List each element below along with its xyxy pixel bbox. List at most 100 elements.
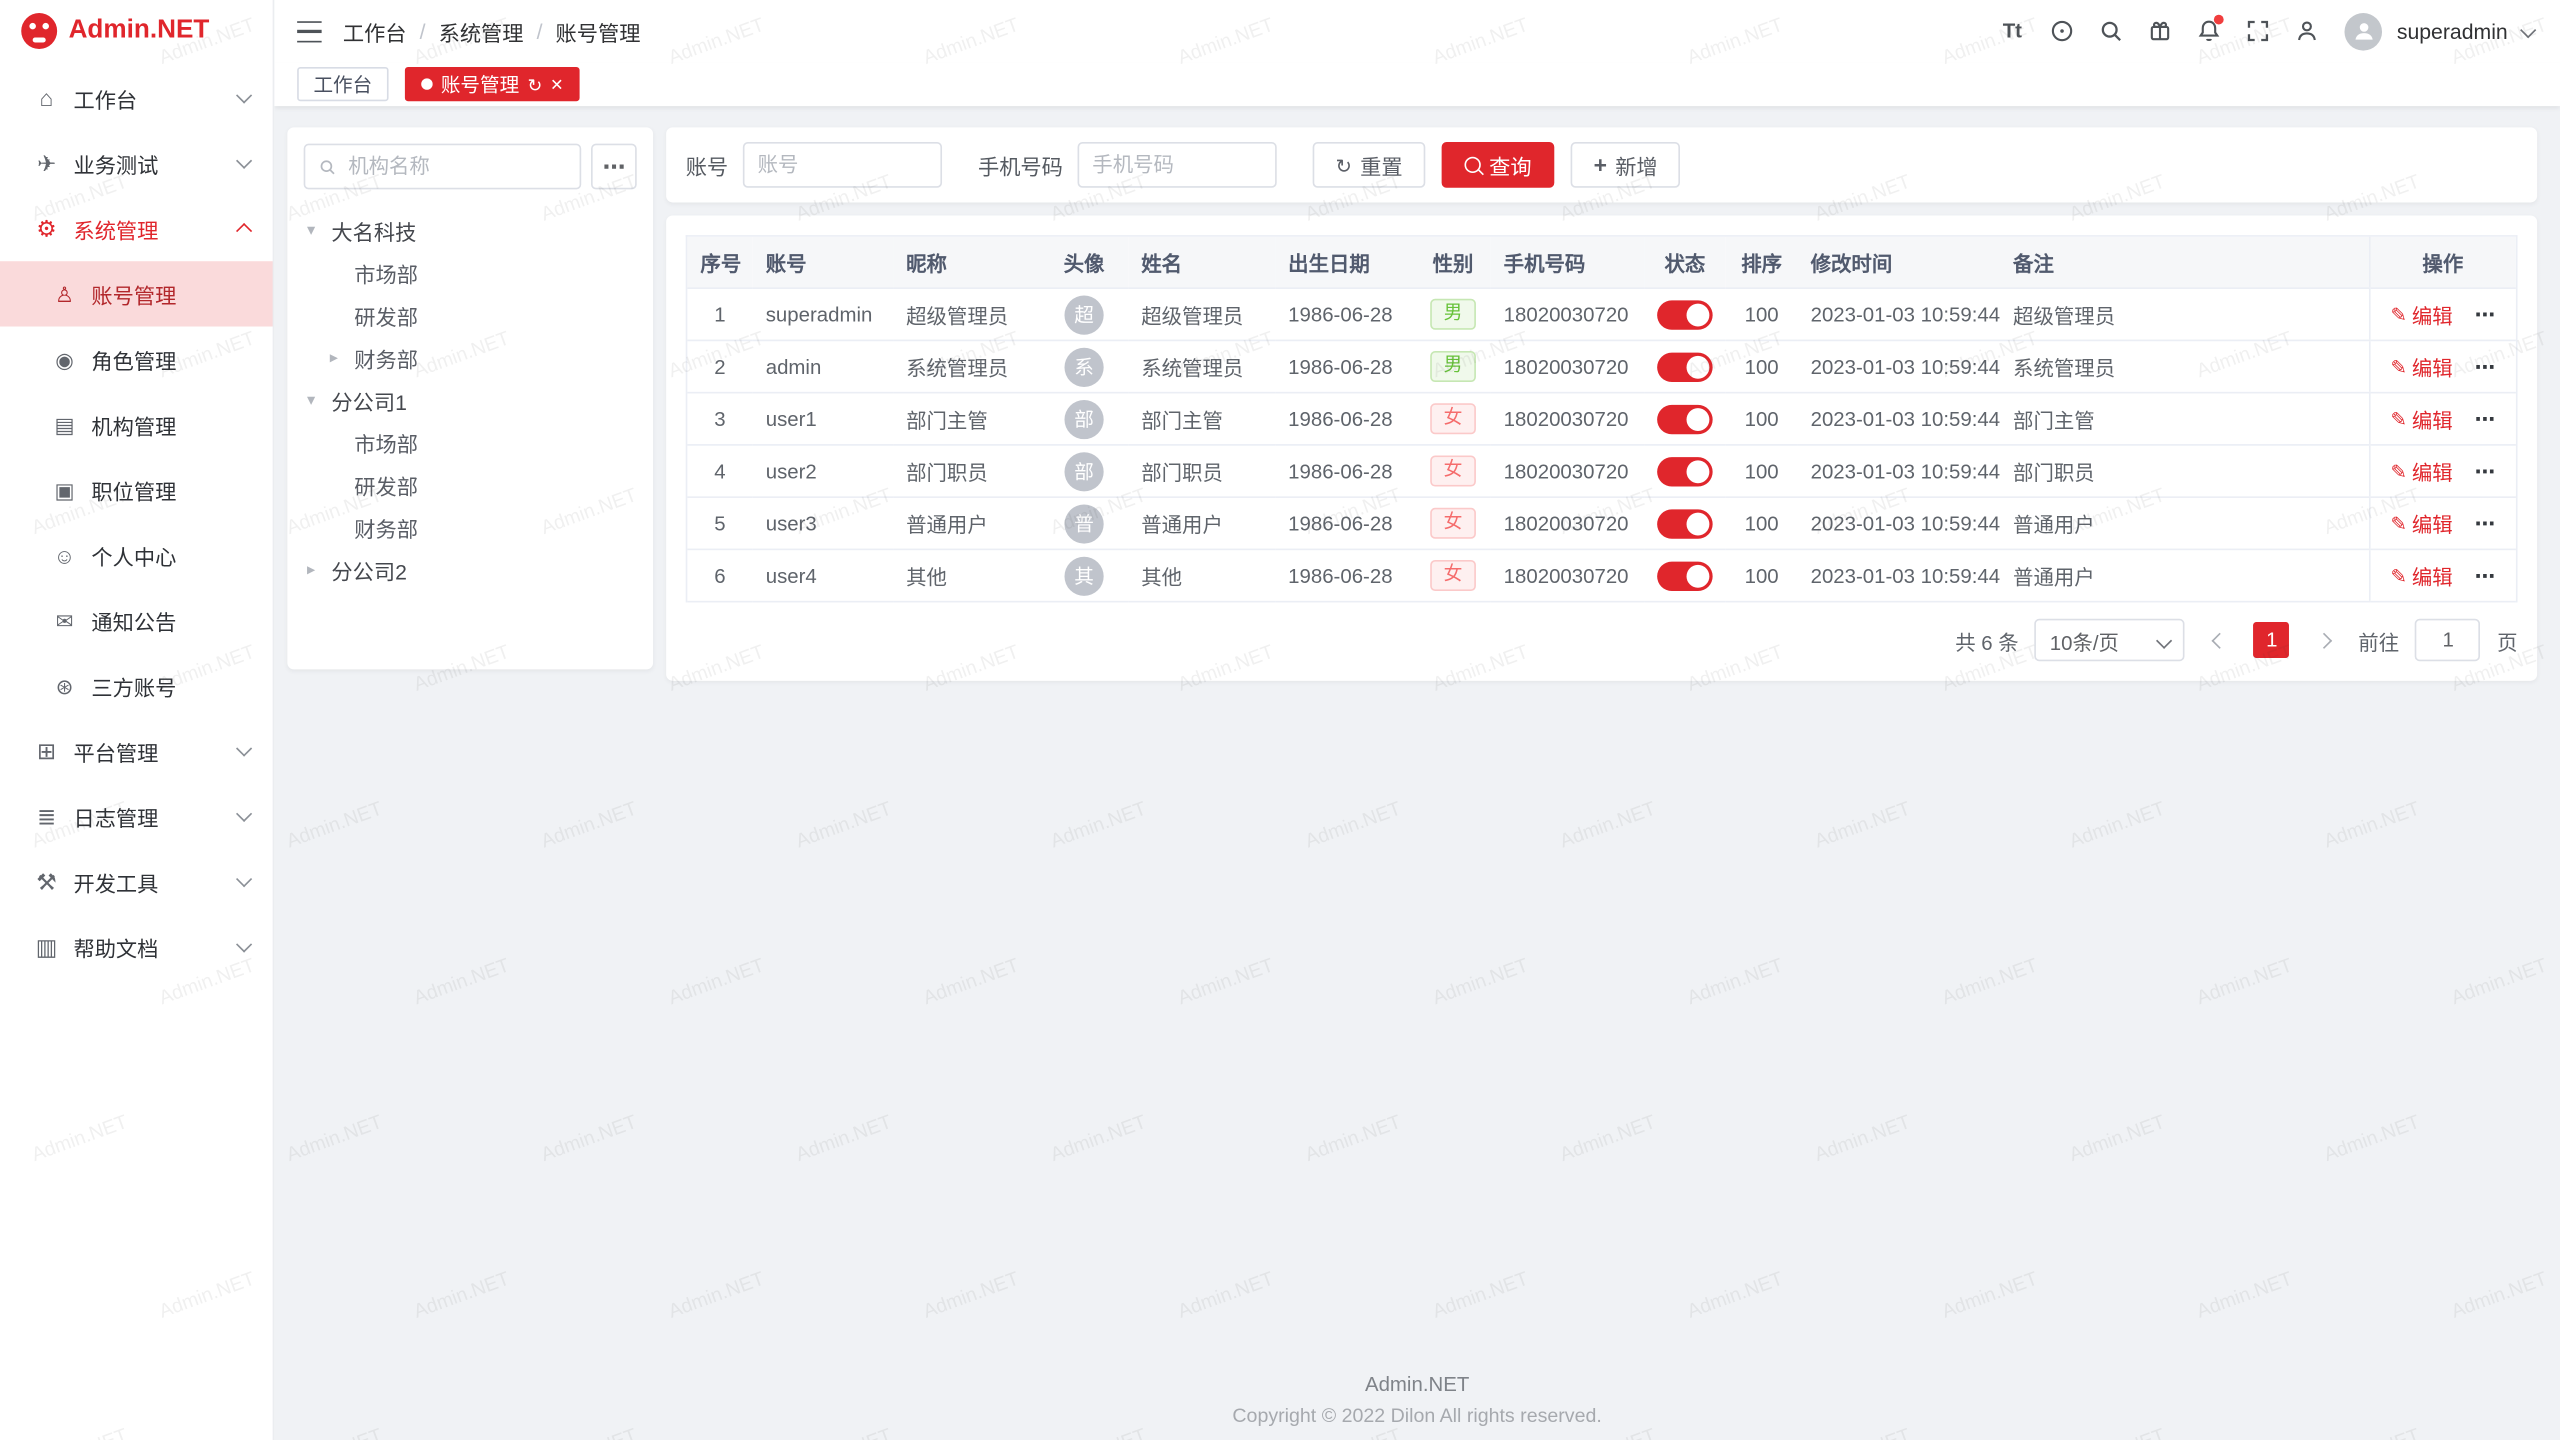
notification-icon[interactable] [2186,9,2230,53]
current-page[interactable]: 1 [2254,622,2290,658]
username[interactable]: superadmin [2397,19,2508,43]
status-toggle[interactable] [1657,404,1713,433]
discover-icon[interactable] [2039,9,2083,53]
sidebar-item[interactable]: ▥ 帮助文档 [0,914,273,979]
edit-icon [2391,564,2407,587]
sidebar-item[interactable]: ⚒ 开发工具 [0,849,273,914]
sidebar-item[interactable]: ✈ 业务测试 [0,131,273,196]
status-toggle[interactable] [1657,509,1713,538]
tree-node[interactable]: 市场部 [304,251,637,293]
sidebar-item-icon: ◉ [51,349,79,370]
cell-actions: 编辑 [2369,445,2516,497]
tree-node[interactable]: 研发部 [304,464,637,506]
sidebar-item[interactable]: ≣ 日志管理 [0,784,273,849]
phone-input[interactable] [1078,142,1277,188]
sidebar-item[interactable]: ⚙ 系统管理 [0,196,273,261]
edit-icon [2391,355,2407,378]
edit-button[interactable]: 编辑 [2391,299,2453,330]
tree-node[interactable]: 研发部 [304,294,637,336]
sidebar-item-icon: ✈ [33,152,61,175]
user-avatar[interactable] [2345,12,2383,50]
tab[interactable]: 账号管理 [405,67,579,101]
more-actions-button[interactable] [2475,512,2495,535]
reset-button[interactable]: 重置 [1313,142,1426,188]
tree-node[interactable]: 财务部 [304,336,637,378]
next-page-button[interactable] [2306,622,2342,658]
theme-icon[interactable] [2137,9,2181,53]
add-button[interactable]: 新增 [1571,142,1681,188]
sidebar-item[interactable]: ▣ 职位管理 [0,457,273,522]
edit-button[interactable]: 编辑 [2391,403,2453,434]
fullscreen-icon[interactable] [2235,9,2279,53]
tree-more-button[interactable] [591,144,637,190]
sidebar: Admin.NET ⌂ 工作台 ✈ 业务测试 ⚙ 系统管理 ♙ 账号管理 ◉ [0,0,274,1440]
tree-arrow-icon[interactable] [307,221,331,239]
tab[interactable]: 工作台 [297,67,388,101]
chevron-icon [236,223,252,239]
more-actions-button[interactable] [2475,564,2495,587]
status-toggle[interactable] [1657,352,1713,381]
breadcrumb-item[interactable]: 系统管理 [439,16,524,47]
tree-arrow-icon[interactable] [330,349,354,367]
tree-node[interactable]: 市场部 [304,421,637,463]
more-actions-button[interactable] [2475,460,2495,483]
logo[interactable]: Admin.NET [0,0,273,62]
search-button[interactable]: 查询 [1442,142,1555,188]
cell-order: 100 [1726,549,1798,601]
edit-label: 编辑 [2412,403,2453,434]
breadcrumb: 工作台 / 系统管理 / 账号管理 [343,16,641,47]
edit-button[interactable]: 编辑 [2391,560,2453,591]
font-size-icon[interactable] [1990,9,2034,53]
status-toggle[interactable] [1657,561,1713,590]
cell-avatar: 部 [1040,393,1128,445]
table-row: 6 user4 其他 其 其他 1986-06-28 女 [687,549,2516,601]
sidebar-item[interactable]: ▤ 机构管理 [0,392,273,457]
more-actions-button[interactable] [2475,303,2495,326]
hamburger-menu-icon[interactable] [297,20,321,41]
tree-node[interactable]: 大名科技 [304,209,637,251]
cell-order: 100 [1726,497,1798,549]
edit-button[interactable]: 编辑 [2391,351,2453,382]
sidebar-item-icon: ☺ [51,544,79,565]
sidebar-item-icon: ▣ [51,479,79,500]
user-file-icon[interactable] [2284,9,2328,53]
sidebar-item[interactable]: ⊞ 平台管理 [0,718,273,783]
tree-node[interactable]: 分公司2 [304,549,637,591]
account-input[interactable] [743,142,942,188]
tab-close-icon[interactable] [551,73,563,96]
sidebar-item[interactable]: ◉ 角色管理 [0,327,273,392]
cell-nickname: 系统管理员 [893,340,1040,392]
sidebar-item-label: 角色管理 [91,344,249,375]
page-size-select[interactable]: 10条/页 [2035,619,2185,661]
status-toggle[interactable] [1657,300,1713,329]
tree-node[interactable]: 财务部 [304,506,637,548]
cell-avatar: 超 [1040,288,1128,340]
tree-node-label: 市场部 [354,427,418,458]
tab-refresh-icon[interactable] [527,73,542,96]
sidebar-item-icon: ▤ [51,414,79,435]
sidebar-item[interactable]: ✉ 通知公告 [0,588,273,653]
cell-remark: 系统管理员 [2000,340,2369,392]
cell-name: 普通用户 [1128,497,1275,549]
breadcrumb-item[interactable]: 工作台 [343,16,407,47]
prev-page-button[interactable] [2202,622,2238,658]
more-actions-button[interactable] [2475,355,2495,378]
sidebar-item[interactable]: ⊛ 三方账号 [0,653,273,718]
status-toggle[interactable] [1657,456,1713,485]
goto-page-input[interactable] [2415,619,2480,661]
tree-arrow-icon[interactable] [307,561,331,579]
cell-avatar: 系 [1040,340,1128,392]
sidebar-item[interactable]: ⌂ 工作台 [0,65,273,130]
tree-arrow-icon[interactable] [307,391,331,409]
search-icon[interactable] [2088,9,2132,53]
cell-actions: 编辑 [2369,549,2516,601]
edit-button[interactable]: 编辑 [2391,456,2453,487]
more-actions-button[interactable] [2475,407,2495,430]
tree-node[interactable]: 分公司1 [304,379,637,421]
sidebar-item[interactable]: ☺ 个人中心 [0,522,273,587]
avatar: 系 [1064,347,1103,386]
footer-title: Admin.NET [274,1373,2560,1396]
sidebar-item[interactable]: ♙ 账号管理 [0,261,273,326]
edit-button[interactable]: 编辑 [2391,508,2453,539]
org-search-input[interactable] [345,153,567,179]
